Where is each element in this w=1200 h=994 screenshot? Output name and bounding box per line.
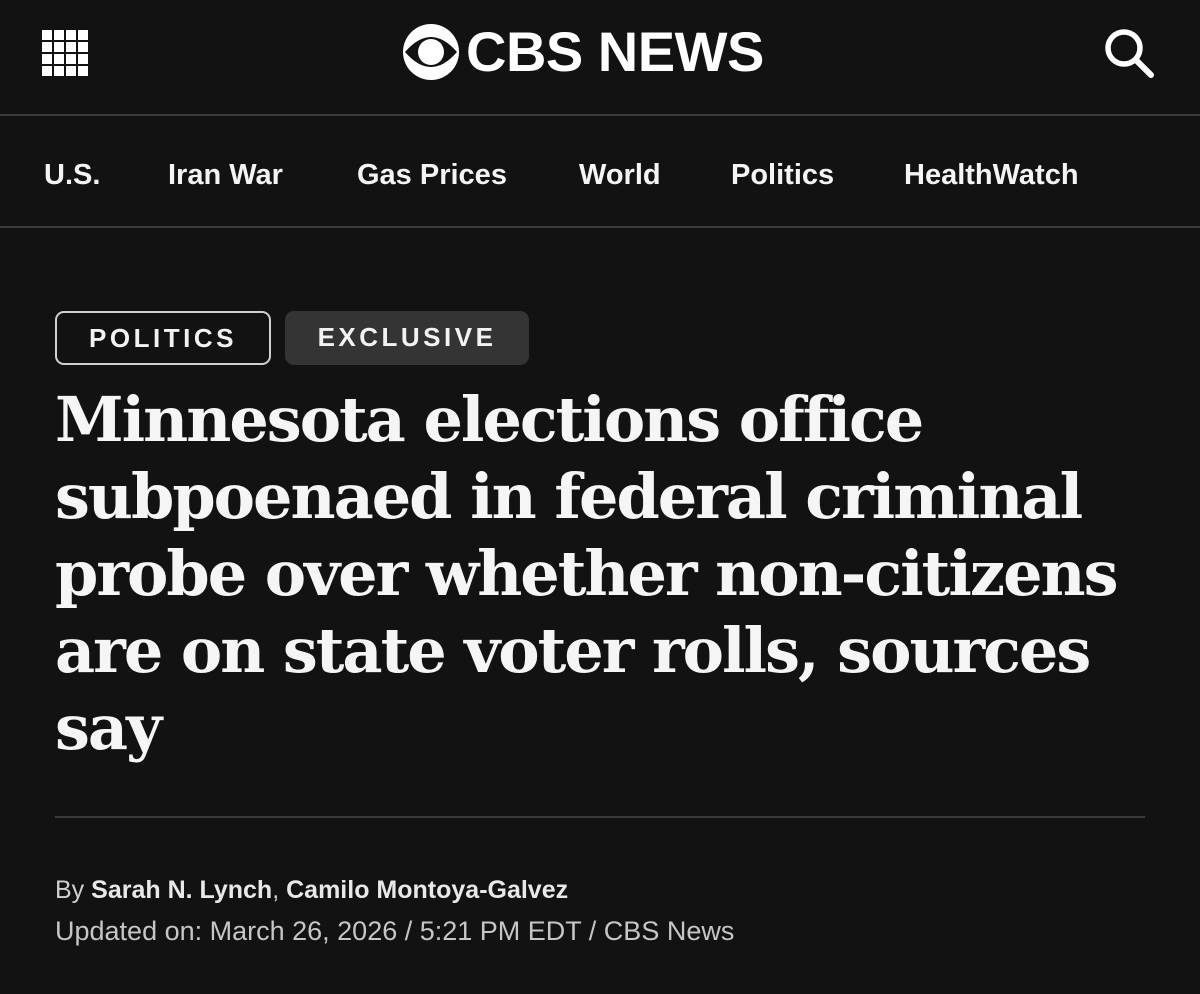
nav-divider — [0, 226, 1200, 228]
author-link[interactable]: Sarah N. Lynch — [91, 876, 272, 904]
top-header: CBS NEWS — [0, 0, 1200, 114]
byline-separator: , — [272, 876, 280, 904]
author-link[interactable]: Camilo Montoya-Galvez — [286, 876, 568, 904]
cbs-news-logo[interactable]: CBS NEWS — [402, 20, 764, 84]
updated-timestamp: Updated on: March 26, 2026 / 5:21 PM EDT… — [55, 916, 735, 946]
grid-menu-icon[interactable] — [42, 30, 88, 76]
section-nav: U.S. Iran War Gas Prices World Politics … — [0, 116, 1200, 226]
nav-item-healthwatch[interactable]: HealthWatch — [904, 157, 1079, 193]
tag-politics[interactable]: POLITICS — [55, 311, 271, 365]
article-headline: Minnesota elections office subpoenaed in… — [55, 383, 1119, 764]
nav-item-iran-war[interactable]: Iran War — [168, 157, 283, 193]
tag-exclusive: EXCLUSIVE — [285, 311, 529, 365]
byline: By Sarah N. Lynch, Camilo Montoya-Galvez — [55, 873, 568, 907]
byline-prefix: By — [55, 876, 85, 904]
logo-wordmark: CBS NEWS — [466, 20, 764, 83]
nav-item-gas-prices[interactable]: Gas Prices — [357, 157, 507, 193]
nav-item-world[interactable]: World — [579, 157, 661, 193]
nav-item-us[interactable]: U.S. — [44, 157, 100, 193]
nav-item-politics[interactable]: Politics — [731, 157, 834, 193]
search-icon[interactable] — [1102, 26, 1156, 80]
headline-divider — [55, 816, 1145, 818]
cbs-eye-icon — [403, 24, 459, 80]
